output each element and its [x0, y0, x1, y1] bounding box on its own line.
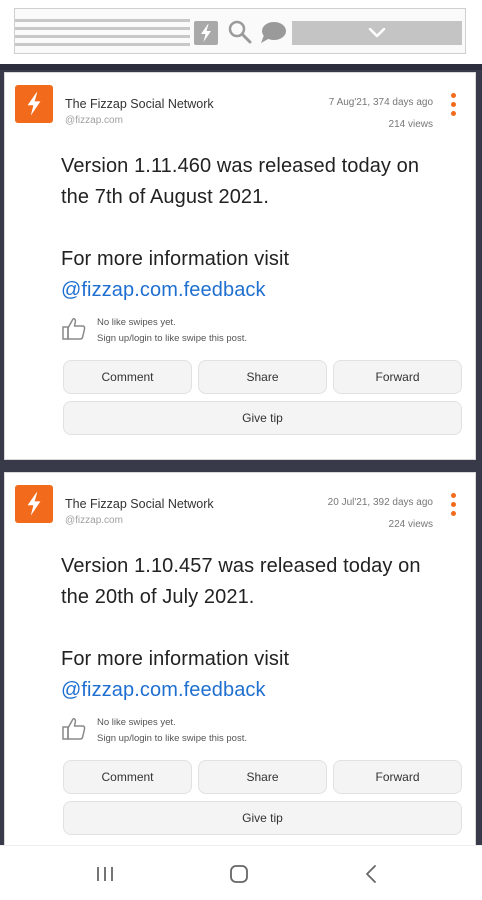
feed-post: The Fizzap Social Network @fizzap.com 7 … [4, 72, 476, 460]
network-handle[interactable]: @fizzap.com [65, 515, 123, 526]
forward-button[interactable]: Forward [333, 360, 462, 394]
give-tip-button[interactable]: Give tip [63, 801, 462, 835]
post-date: 20 Jul'21, 392 days ago [327, 497, 433, 508]
network-handle[interactable]: @fizzap.com [65, 115, 123, 126]
back-icon[interactable] [364, 864, 378, 884]
post-text-line: the 7th of August 2021. [61, 186, 270, 208]
post-views: 224 views [388, 519, 433, 530]
recents-icon[interactable] [95, 866, 115, 882]
post-date: 7 Aug'21, 374 days ago [328, 97, 433, 108]
comment-button[interactable]: Comment [63, 360, 192, 394]
chevron-down-icon [368, 28, 386, 38]
like-status: No like swipes yet. [97, 317, 176, 328]
comment-button[interactable]: Comment [63, 760, 192, 794]
menu-lines-icon[interactable] [15, 19, 190, 51]
chat-bubble-icon[interactable] [259, 21, 287, 45]
like-hint: Sign up/login to like swipe this post. [97, 333, 247, 344]
zap-button[interactable] [194, 21, 218, 45]
thumbs-up-icon[interactable] [61, 316, 87, 342]
post-text-line: For more information visit [61, 648, 290, 670]
more-options-icon[interactable] [451, 493, 457, 517]
zap-icon [201, 24, 211, 42]
post-body: Version 1.11.460 was released today on t… [61, 151, 461, 306]
account-dropdown[interactable] [292, 21, 462, 45]
like-status: No like swipes yet. [97, 717, 176, 728]
system-nav-bar [0, 845, 482, 900]
network-name[interactable]: The Fizzap Social Network [65, 97, 214, 111]
forward-button[interactable]: Forward [333, 760, 462, 794]
like-hint: Sign up/login to like swipe this post. [97, 733, 247, 744]
home-icon[interactable] [229, 864, 249, 884]
zap-icon [27, 92, 41, 116]
top-bar [0, 0, 482, 70]
feedback-link[interactable]: @fizzap.com.feedback [61, 279, 266, 301]
post-views: 214 views [388, 119, 433, 130]
fizzap-logo[interactable] [15, 485, 53, 523]
more-options-icon[interactable] [451, 93, 457, 117]
post-text-line: Version 1.11.460 was released today on [61, 155, 420, 177]
post-text-line: the 20th of July 2021. [61, 586, 255, 608]
thumbs-up-icon[interactable] [61, 716, 87, 742]
top-bar-container [14, 8, 466, 54]
fizzap-logo[interactable] [15, 85, 53, 123]
post-text-line: Version 1.10.457 was released today on [61, 555, 421, 577]
give-tip-button[interactable]: Give tip [63, 401, 462, 435]
share-button[interactable]: Share [198, 360, 327, 394]
feedback-link[interactable]: @fizzap.com.feedback [61, 679, 266, 701]
share-button[interactable]: Share [198, 760, 327, 794]
post-text-line: For more information visit [61, 248, 290, 270]
feed-post: The Fizzap Social Network @fizzap.com 20… [4, 472, 476, 850]
post-body: Version 1.10.457 was released today on t… [61, 551, 461, 706]
search-icon[interactable] [227, 19, 253, 45]
network-name[interactable]: The Fizzap Social Network [65, 497, 214, 511]
zap-icon [27, 492, 41, 516]
